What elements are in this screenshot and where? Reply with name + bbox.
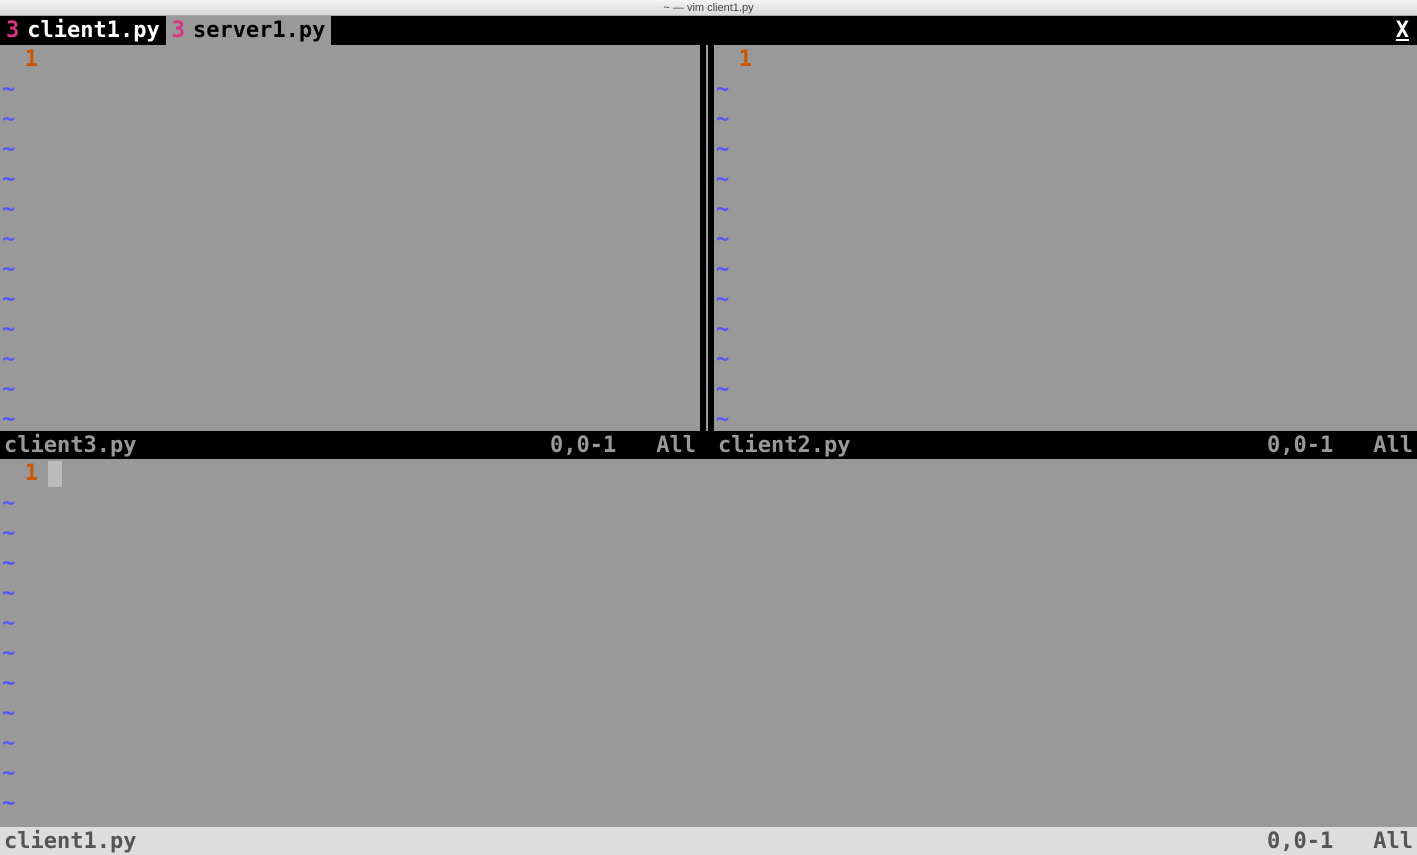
line-content (762, 45, 1417, 75)
status-percent: All (656, 433, 696, 458)
empty-line-tilde: ~ (0, 759, 1417, 789)
empty-line-tilde: ~ (714, 195, 1417, 225)
empty-line-tilde: ~ (0, 699, 1417, 729)
empty-line-tilde: ~ (0, 789, 1417, 819)
status-percent: All (1373, 433, 1413, 458)
empty-line-tilde: ~ (0, 609, 1417, 639)
line-number: 1 (714, 45, 762, 75)
buffer-line: 1 (714, 45, 1417, 75)
empty-line-tilde: ~ (714, 165, 1417, 195)
tab-count: 3 (6, 18, 19, 43)
status-filename: client2.py (718, 433, 850, 458)
pane-client3[interactable]: 1 ~ ~ ~ ~ ~ ~ ~ ~ ~ ~ ~ ~ (0, 45, 700, 431)
status-position: 0,0-1 (1267, 433, 1373, 458)
empty-line-tilde: ~ (0, 105, 700, 135)
empty-line-tilde: ~ (0, 669, 1417, 699)
tab-label: server1.py (193, 18, 325, 43)
statusbar-client3: client3.py 0,0-1 All (0, 431, 700, 459)
empty-line-tilde: ~ (0, 375, 700, 405)
line-number: 1 (0, 45, 48, 75)
empty-line-tilde: ~ (0, 519, 1417, 549)
status-filename: client1.py (4, 829, 136, 854)
empty-line-tilde: ~ (714, 105, 1417, 135)
buffer-line: 1 (0, 459, 1417, 489)
pane-client2[interactable]: 1 ~ ~ ~ ~ ~ ~ ~ ~ ~ ~ ~ ~ (714, 45, 1417, 431)
empty-line-tilde: ~ (714, 405, 1417, 431)
empty-line-tilde: ~ (0, 255, 700, 285)
status-position: 0,0-1 (1267, 829, 1373, 854)
line-content (48, 45, 700, 75)
tab-label: client1.py (27, 18, 159, 43)
empty-line-tilde: ~ (0, 195, 700, 225)
tabline: 3 client1.py 3 server1.py X (0, 16, 1417, 45)
empty-line-tilde: ~ (714, 285, 1417, 315)
top-split-container: 1 ~ ~ ~ ~ ~ ~ ~ ~ ~ ~ ~ ~ 1 ~ ~ ~ ~ ~ ~ … (0, 45, 1417, 431)
statusbar-client1: client1.py 0,0-1 All (0, 827, 1417, 855)
tab-server1[interactable]: 3 server1.py (166, 16, 332, 45)
buffer-line: 1 (0, 45, 700, 75)
tab-close-button[interactable]: X (1396, 18, 1417, 43)
empty-line-tilde: ~ (714, 135, 1417, 165)
empty-line-tilde: ~ (0, 345, 700, 375)
tab-count: 3 (172, 18, 185, 43)
statusbar-top-row: client3.py 0,0-1 All client2.py 0,0-1 Al… (0, 431, 1417, 459)
line-number: 1 (0, 459, 48, 489)
empty-line-tilde: ~ (714, 255, 1417, 285)
status-position: 0,0-1 (550, 433, 656, 458)
empty-line-tilde: ~ (0, 75, 700, 105)
empty-line-tilde: ~ (0, 405, 700, 431)
window-titlebar: ~ — vim client1.py (0, 0, 1417, 16)
empty-line-tilde: ~ (0, 165, 700, 195)
pane-client1[interactable]: 1 ~ ~ ~ ~ ~ ~ ~ ~ ~ ~ ~ (0, 459, 1417, 827)
empty-line-tilde: ~ (0, 579, 1417, 609)
empty-line-tilde: ~ (714, 75, 1417, 105)
empty-line-tilde: ~ (0, 729, 1417, 759)
statusbar-divider (700, 431, 714, 459)
empty-line-tilde: ~ (0, 225, 700, 255)
empty-line-tilde: ~ (714, 315, 1417, 345)
line-content (48, 459, 1417, 489)
status-percent: All (1373, 829, 1413, 854)
empty-line-tilde: ~ (0, 549, 1417, 579)
empty-line-tilde: ~ (0, 135, 700, 165)
status-filename: client3.py (4, 433, 136, 458)
cursor (48, 461, 62, 487)
vertical-split-divider[interactable] (700, 45, 714, 431)
empty-line-tilde: ~ (0, 285, 700, 315)
empty-line-tilde: ~ (0, 315, 700, 345)
tab-client1[interactable]: 3 client1.py (0, 16, 166, 45)
empty-line-tilde: ~ (714, 345, 1417, 375)
statusbar-client2: client2.py 0,0-1 All (714, 431, 1417, 459)
empty-line-tilde: ~ (0, 489, 1417, 519)
empty-line-tilde: ~ (714, 375, 1417, 405)
empty-line-tilde: ~ (0, 639, 1417, 669)
empty-line-tilde: ~ (714, 225, 1417, 255)
